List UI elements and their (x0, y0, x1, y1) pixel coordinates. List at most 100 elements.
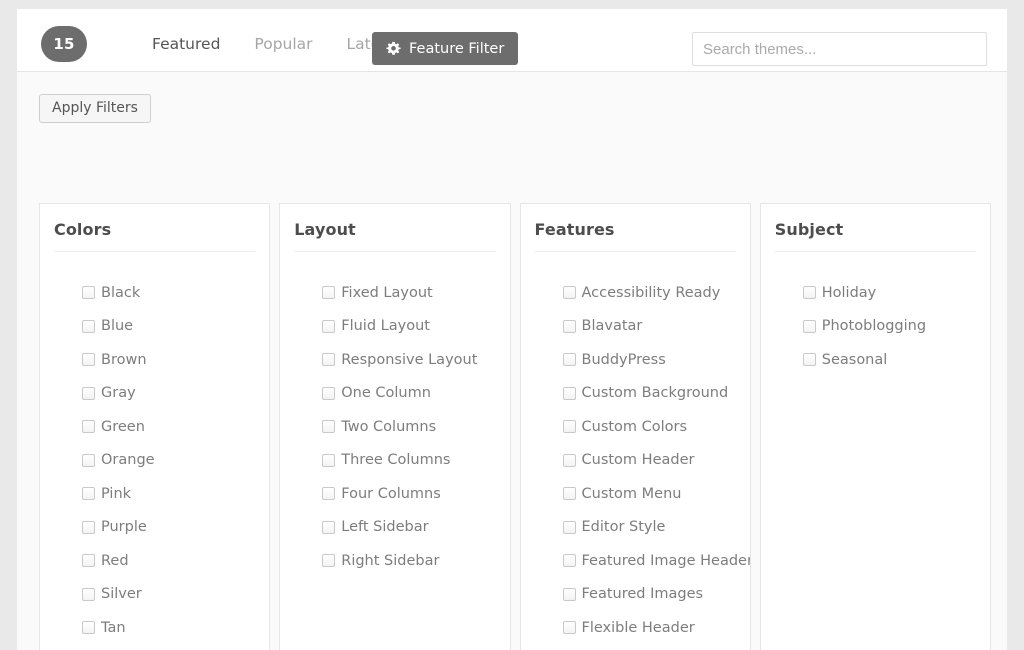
filter-row[interactable]: Editor Style (535, 511, 736, 545)
filter-row[interactable]: Seasonal (775, 343, 976, 377)
filter-checkbox[interactable] (82, 353, 95, 366)
filter-checkbox[interactable] (563, 286, 576, 299)
theme-nav-tabs: Featured Popular Latest (135, 26, 411, 62)
filter-row[interactable]: One Column (294, 377, 495, 411)
filter-row[interactable]: Custom Menu (535, 477, 736, 511)
filter-checkbox[interactable] (322, 387, 335, 400)
filter-row[interactable]: Custom Header (535, 444, 736, 478)
filter-checkbox[interactable] (82, 487, 95, 500)
filter-label: Orange (101, 453, 155, 468)
filter-row[interactable]: Flexible Header (535, 611, 736, 645)
filter-row[interactable]: Black (54, 276, 255, 310)
feature-filter-drawer: Apply Filters Colors BlackBlueBrownGrayG… (17, 72, 1007, 650)
filter-checkbox[interactable] (82, 387, 95, 400)
filter-checkbox[interactable] (563, 621, 576, 634)
filter-row[interactable]: Custom Background (535, 377, 736, 411)
filter-checkbox[interactable] (322, 320, 335, 333)
search-input[interactable] (692, 32, 987, 66)
filter-checkbox[interactable] (563, 521, 576, 534)
filter-row[interactable]: Photoblogging (775, 310, 976, 344)
filter-list-layout: Fixed Layout Fluid Layout Responsive Layou… (294, 252, 495, 578)
filter-row[interactable]: Blue (54, 310, 255, 344)
filter-checkbox[interactable] (322, 554, 335, 567)
filter-label: Tan (101, 621, 126, 636)
filter-label: Purple (101, 520, 147, 535)
theme-count-badge: 15 (41, 26, 87, 62)
filter-checkbox[interactable] (82, 588, 95, 601)
filter-checkbox[interactable] (322, 286, 335, 299)
filter-checkbox[interactable] (563, 588, 576, 601)
filter-panel-layout: Layout Fixed Layout Fluid Layout Responsiv… (279, 203, 510, 650)
filter-checkbox[interactable] (563, 387, 576, 400)
filter-row[interactable]: Accessibility Ready (535, 276, 736, 310)
filter-row[interactable]: Fluid Layout (294, 310, 495, 344)
filter-label: Custom Menu (582, 487, 682, 502)
filter-label: Pink (101, 487, 131, 502)
filter-row[interactable]: Custom Colors (535, 410, 736, 444)
filter-row[interactable]: Right Sidebar (294, 544, 495, 578)
panel-title-layout: Layout (294, 204, 495, 252)
filter-row[interactable]: Silver (54, 578, 255, 612)
filter-row[interactable]: Pink (54, 477, 255, 511)
filter-checkbox[interactable] (82, 454, 95, 467)
feature-filter-button[interactable]: Feature Filter (372, 32, 518, 65)
filter-row[interactable]: Two Columns (294, 410, 495, 444)
filter-row[interactable]: Four Columns (294, 477, 495, 511)
filter-row[interactable]: Green (54, 410, 255, 444)
filter-label: Green (101, 420, 145, 435)
filter-row[interactable]: Front Page Posting (535, 645, 736, 650)
filter-checkbox[interactable] (322, 521, 335, 534)
filter-checkbox[interactable] (322, 487, 335, 500)
filter-label: Three Columns (341, 453, 450, 468)
filter-row[interactable]: Featured Images (535, 578, 736, 612)
filter-checkbox[interactable] (803, 353, 816, 366)
filter-checkbox[interactable] (82, 621, 95, 634)
filter-checkbox[interactable] (82, 554, 95, 567)
filter-label: Photoblogging (822, 319, 926, 334)
filter-row[interactable]: Purple (54, 511, 255, 545)
filter-checkbox[interactable] (82, 286, 95, 299)
filter-row[interactable]: Three Columns (294, 444, 495, 478)
filter-row[interactable]: Fixed Layout (294, 276, 495, 310)
filter-row[interactable]: Tan (54, 611, 255, 645)
filter-checkbox[interactable] (563, 487, 576, 500)
filter-row[interactable]: Responsive Layout (294, 343, 495, 377)
tab-popular[interactable]: Popular (237, 26, 329, 62)
filter-checkbox[interactable] (563, 554, 576, 567)
filter-row[interactable]: Red (54, 544, 255, 578)
gear-icon (386, 41, 401, 56)
filter-row[interactable]: Left Sidebar (294, 511, 495, 545)
filter-label: Fluid Layout (341, 319, 430, 334)
filter-checkbox[interactable] (563, 353, 576, 366)
filter-row[interactable]: Gray (54, 377, 255, 411)
filter-checkbox[interactable] (322, 420, 335, 433)
filter-checkbox[interactable] (322, 454, 335, 467)
apply-filters-button[interactable]: Apply Filters (39, 94, 151, 123)
filter-row[interactable]: Brown (54, 343, 255, 377)
filter-label: One Column (341, 386, 431, 401)
filter-checkbox[interactable] (82, 420, 95, 433)
filter-row[interactable]: Holiday (775, 276, 976, 310)
filter-label: Seasonal (822, 353, 888, 368)
filter-panel-colors: Colors BlackBlueBrownGrayGreenOrangePink… (39, 203, 270, 650)
filter-label: Brown (101, 353, 147, 368)
filter-label: Two Columns (341, 420, 436, 435)
filter-row[interactable]: Orange (54, 444, 255, 478)
filter-checkbox[interactable] (563, 320, 576, 333)
panel-title-subject: Subject (775, 204, 976, 252)
filter-label: Black (101, 286, 140, 301)
filter-row[interactable]: Featured Image Header (535, 544, 736, 578)
filter-row[interactable]: Blavatar (535, 310, 736, 344)
tab-featured[interactable]: Featured (135, 26, 237, 62)
filter-checkbox[interactable] (82, 320, 95, 333)
filter-checkbox[interactable] (803, 320, 816, 333)
filter-row[interactable]: White (54, 645, 255, 650)
filter-checkbox[interactable] (563, 454, 576, 467)
filter-label: Custom Background (582, 386, 729, 401)
filter-row[interactable]: BuddyPress (535, 343, 736, 377)
filter-checkbox[interactable] (803, 286, 816, 299)
filter-checkbox[interactable] (563, 420, 576, 433)
filter-label: Silver (101, 587, 142, 602)
filter-checkbox[interactable] (82, 521, 95, 534)
filter-checkbox[interactable] (322, 353, 335, 366)
